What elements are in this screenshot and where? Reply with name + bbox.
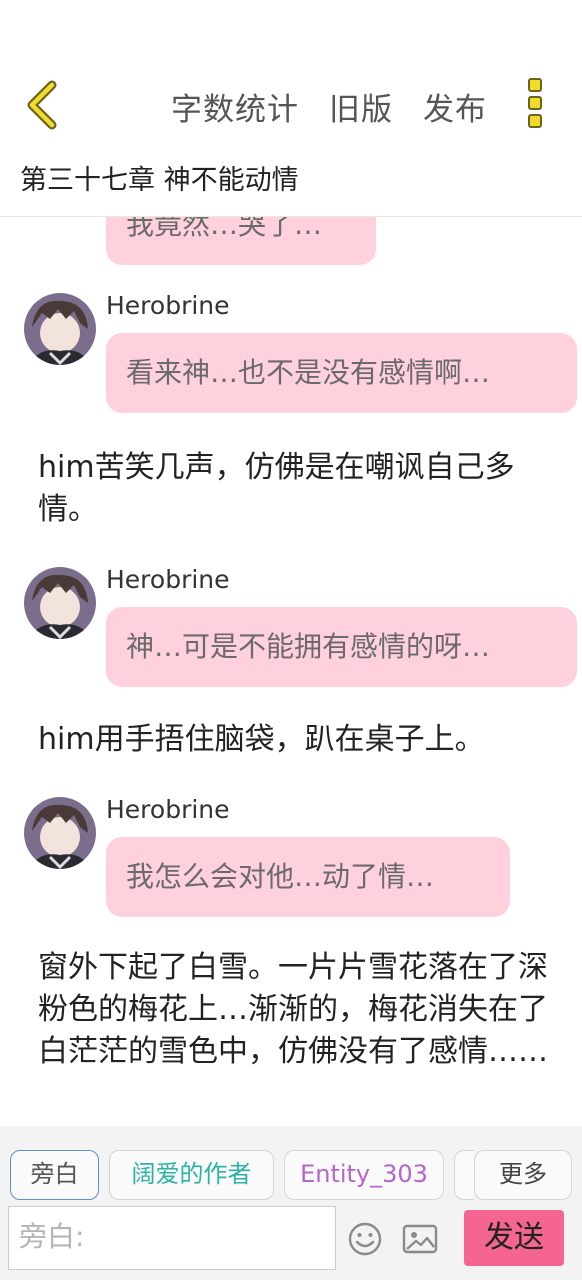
message-text: 我怎么会对他…动了情… bbox=[126, 860, 435, 893]
narration-text: him用手捂住脑袋，趴在桌子上。 bbox=[38, 722, 485, 757]
narration-text: him苦笑几声，仿佛是在嘲讽自己多情。 bbox=[38, 450, 515, 527]
role-chip-narration[interactable]: 旁白 bbox=[10, 1150, 99, 1200]
message-text: 看来神…也不是没有感情啊… bbox=[126, 356, 491, 389]
message-text: 我竟然…哭了… bbox=[126, 217, 323, 241]
emoji-icon[interactable] bbox=[347, 1221, 383, 1257]
publish-button[interactable]: 发布 bbox=[423, 84, 487, 129]
role-chip-entity[interactable]: Entity_303 bbox=[284, 1150, 444, 1200]
message-input[interactable]: 旁白: bbox=[8, 1206, 336, 1270]
sender-name: Herobrine bbox=[106, 795, 230, 824]
more-roles-button[interactable]: 更多 bbox=[474, 1150, 572, 1200]
send-button[interactable]: 发送 bbox=[464, 1210, 564, 1266]
chat-content[interactable]: 我竟然…哭了… Herobrine 看来神…也不是没有感情啊… him苦笑几声，… bbox=[0, 217, 582, 1125]
top-menu: 字数统计 旧版 发布 bbox=[171, 84, 487, 129]
sender-name: Herobrine bbox=[106, 565, 230, 594]
role-chip-author[interactable]: 阔爱的作者 bbox=[109, 1150, 274, 1200]
role-chip-partial[interactable] bbox=[454, 1150, 474, 1200]
message-bubble[interactable]: 我怎么会对他…动了情… bbox=[106, 837, 510, 917]
message-bubble: 我竟然…哭了… bbox=[106, 217, 376, 265]
message-bubble[interactable]: 神…可是不能拥有感情的呀… bbox=[106, 607, 577, 687]
sender-name: Herobrine bbox=[106, 291, 230, 320]
narration-text: 窗外下起了白雪。一片片雪花落在了深粉色的梅花上…渐渐的，梅花消失在了白茫茫的雪色… bbox=[38, 950, 548, 1069]
back-arrow-icon[interactable] bbox=[22, 80, 62, 130]
old-version-button[interactable]: 旧版 bbox=[329, 84, 393, 129]
word-count-button[interactable]: 字数统计 bbox=[171, 84, 299, 129]
avatar[interactable] bbox=[24, 293, 96, 365]
message-bubble[interactable]: 看来神…也不是没有感情啊… bbox=[106, 333, 577, 413]
composer-bar: 旁白 阔爱的作者 Entity_303 更多 旁白: 发送 bbox=[0, 1126, 582, 1280]
image-icon[interactable] bbox=[402, 1223, 438, 1255]
more-menu-icon[interactable] bbox=[524, 78, 546, 128]
chapter-title: 第三十七章 神不能动情 bbox=[20, 165, 299, 196]
top-bar: 字数统计 旧版 发布 bbox=[0, 70, 582, 140]
avatar[interactable] bbox=[24, 567, 96, 639]
message-text: 神…可是不能拥有感情的呀… bbox=[126, 630, 491, 663]
avatar[interactable] bbox=[24, 797, 96, 869]
